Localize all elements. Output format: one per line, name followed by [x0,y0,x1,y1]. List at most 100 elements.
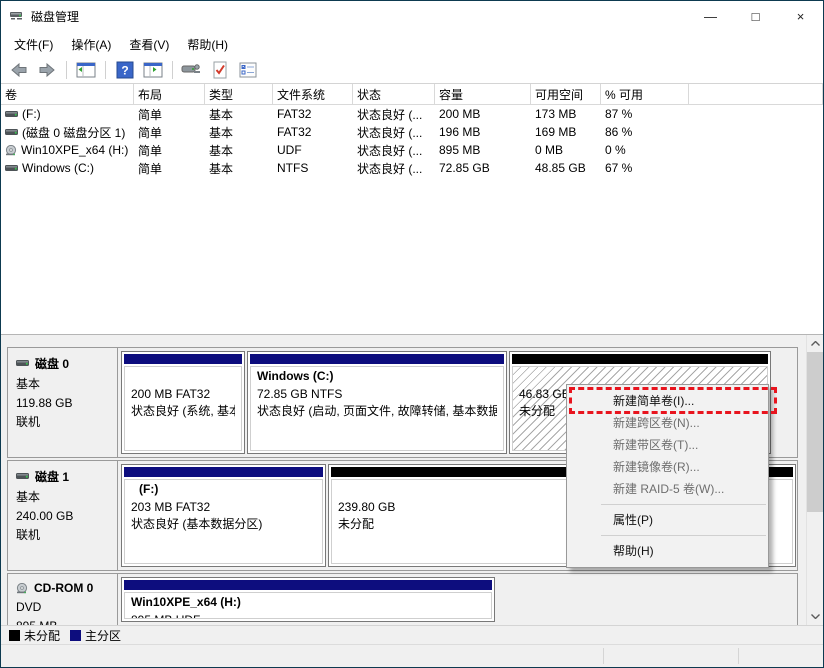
drive-icon [16,359,30,368]
back-icon[interactable] [7,59,31,81]
action-pane-icon[interactable] [141,59,165,81]
menu-item-help[interactable]: 帮助(H) [567,540,768,562]
partition-status: 状态良好 (基本数据分区) [131,516,316,533]
volume-free: 173 MB [531,107,601,121]
column-header-volume[interactable]: 卷 [1,84,134,105]
drive-icon [5,128,19,137]
volume-type: 基本 [205,124,273,141]
partition-size: 895 MB UDF [131,612,485,619]
disk-status: 联机 [16,413,111,432]
table-row[interactable]: Windows (C:) 简单 基本 NTFS 状态良好 (... 72.85 … [1,159,823,177]
partition-color-bar [512,354,768,364]
report-check-icon[interactable] [208,59,232,81]
vertical-scrollbar[interactable] [806,335,823,625]
partition-disk0-windows-c[interactable]: Windows (C:) 72.85 GB NTFS 状态良好 (启动, 页面文… [247,351,507,454]
help-icon[interactable]: ? [113,59,137,81]
window-title: 磁盘管理 [31,8,688,25]
menu-separator [601,535,766,536]
volume-table-body: (F:) 简单 基本 FAT32 状态良好 (... 200 MB 173 MB… [1,105,823,177]
disk0-label[interactable]: 磁盘 0 基本 119.88 GB 联机 [8,348,118,457]
disk-type: 基本 [16,375,111,394]
menu-file[interactable]: 文件(F) [5,32,62,57]
disk-name: 磁盘 0 [35,355,69,372]
forward-icon[interactable] [35,59,59,81]
column-header-capacity[interactable]: 容量 [435,84,531,105]
menu-item-new-simple-volume[interactable]: 新建简单卷(I)... [567,390,768,412]
menu-item-new-raid5-volume: 新建 RAID-5 卷(W)... [567,478,768,500]
volume-name: Windows (C:) [22,161,94,175]
scrollbar-track[interactable] [807,352,823,608]
volume-filesystem: FAT32 [273,107,353,121]
partition-size: 72.85 GB NTFS [257,386,497,403]
volume-status: 状态良好 (... [353,160,435,177]
disk1-label[interactable]: 磁盘 1 基本 240.00 GB 联机 [8,461,118,570]
volume-status: 状态良好 (... [353,124,435,141]
statusbar-divider [738,648,739,664]
table-row[interactable]: (磁盘 0 磁盘分区 1) 简单 基本 FAT32 状态良好 (... 196 … [1,123,823,141]
volume-status: 状态良好 (... [353,142,435,159]
volume-filesystem: NTFS [273,161,353,175]
task-list-icon[interactable] [236,59,260,81]
drive-icon [5,110,19,119]
column-header-status[interactable]: 状态 [353,84,435,105]
title-bar: 磁盘管理 — □ × [1,1,823,31]
volume-pct-free: 67 % [601,161,689,175]
legend-primary: 主分区 [70,627,121,644]
unallocated-swatch [9,630,20,641]
toolbar-separator [66,61,67,79]
partition-color-bar [124,467,323,477]
device-icon[interactable] [180,59,204,81]
drive-icon [5,164,19,173]
column-header-pct-free[interactable]: % 可用 [601,84,689,105]
volume-free: 169 MB [531,125,601,139]
disk-name: 磁盘 1 [35,468,69,485]
cdrom0-label[interactable]: CD-ROM 0 DVD 895 MB [8,574,118,625]
partition-disk1-f[interactable]: (F:) 203 MB FAT32 状态良好 (基本数据分区) [121,464,326,567]
volume-pct-free: 86 % [601,125,689,139]
partition-size: 200 MB FAT32 [131,386,235,403]
volume-type: 基本 [205,160,273,177]
partition-status: 状态良好 (系统, 基本 [131,403,235,420]
volume-layout: 简单 [134,142,205,159]
legend-unallocated: 未分配 [9,627,60,644]
chevron-up-icon[interactable] [807,335,823,352]
svg-text:?: ? [121,64,128,78]
partition-color-bar [250,354,504,364]
maximize-button[interactable]: □ [733,1,778,31]
table-row[interactable]: (F:) 简单 基本 FAT32 状态良好 (... 200 MB 173 MB… [1,105,823,123]
volume-name: (F:) [22,107,41,121]
disc-icon [5,145,18,156]
legend-unallocated-label: 未分配 [24,627,60,644]
menu-item-properties[interactable]: 属性(P) [567,509,768,531]
partition-size: 203 MB FAT32 [131,499,316,516]
menu-help[interactable]: 帮助(H) [178,32,237,57]
scrollbar-thumb[interactable] [807,352,823,512]
partition-disk0-system[interactable]: 200 MB FAT32 状态良好 (系统, 基本 [121,351,245,454]
console-tree-icon[interactable] [74,59,98,81]
disc-icon [16,583,29,594]
disk-type: 基本 [16,488,111,507]
close-button[interactable]: × [778,1,823,31]
cdrom0-graph: Win10XPE_x64 (H:) 895 MB UDF [118,574,797,625]
legend-bar: 未分配 主分区 [1,625,823,644]
column-header-free[interactable]: 可用空间 [531,84,601,105]
statusbar-divider [603,648,604,664]
menu-action[interactable]: 操作(A) [62,32,120,57]
column-header-type[interactable]: 类型 [205,84,273,105]
partition-color-bar [124,580,492,590]
table-row[interactable]: Win10XPE_x64 (H:) 简单 基本 UDF 状态良好 (... 89… [1,141,823,159]
toolbar-separator [172,61,173,79]
partition-cdrom0-h[interactable]: Win10XPE_x64 (H:) 895 MB UDF [121,577,495,622]
volume-capacity: 196 MB [435,125,531,139]
toolbar: ? [1,57,823,84]
toolbar-separator [105,61,106,79]
menu-view[interactable]: 查看(V) [120,32,178,57]
column-header-filesystem[interactable]: 文件系统 [273,84,353,105]
chevron-down-icon[interactable] [807,608,823,625]
partition-title: Win10XPE_x64 (H:) [131,595,485,612]
minimize-button[interactable]: — [688,1,733,31]
disk-name: CD-ROM 0 [34,581,93,595]
status-bar [1,644,823,667]
volume-layout: 简单 [134,106,205,123]
column-header-layout[interactable]: 布局 [134,84,205,105]
